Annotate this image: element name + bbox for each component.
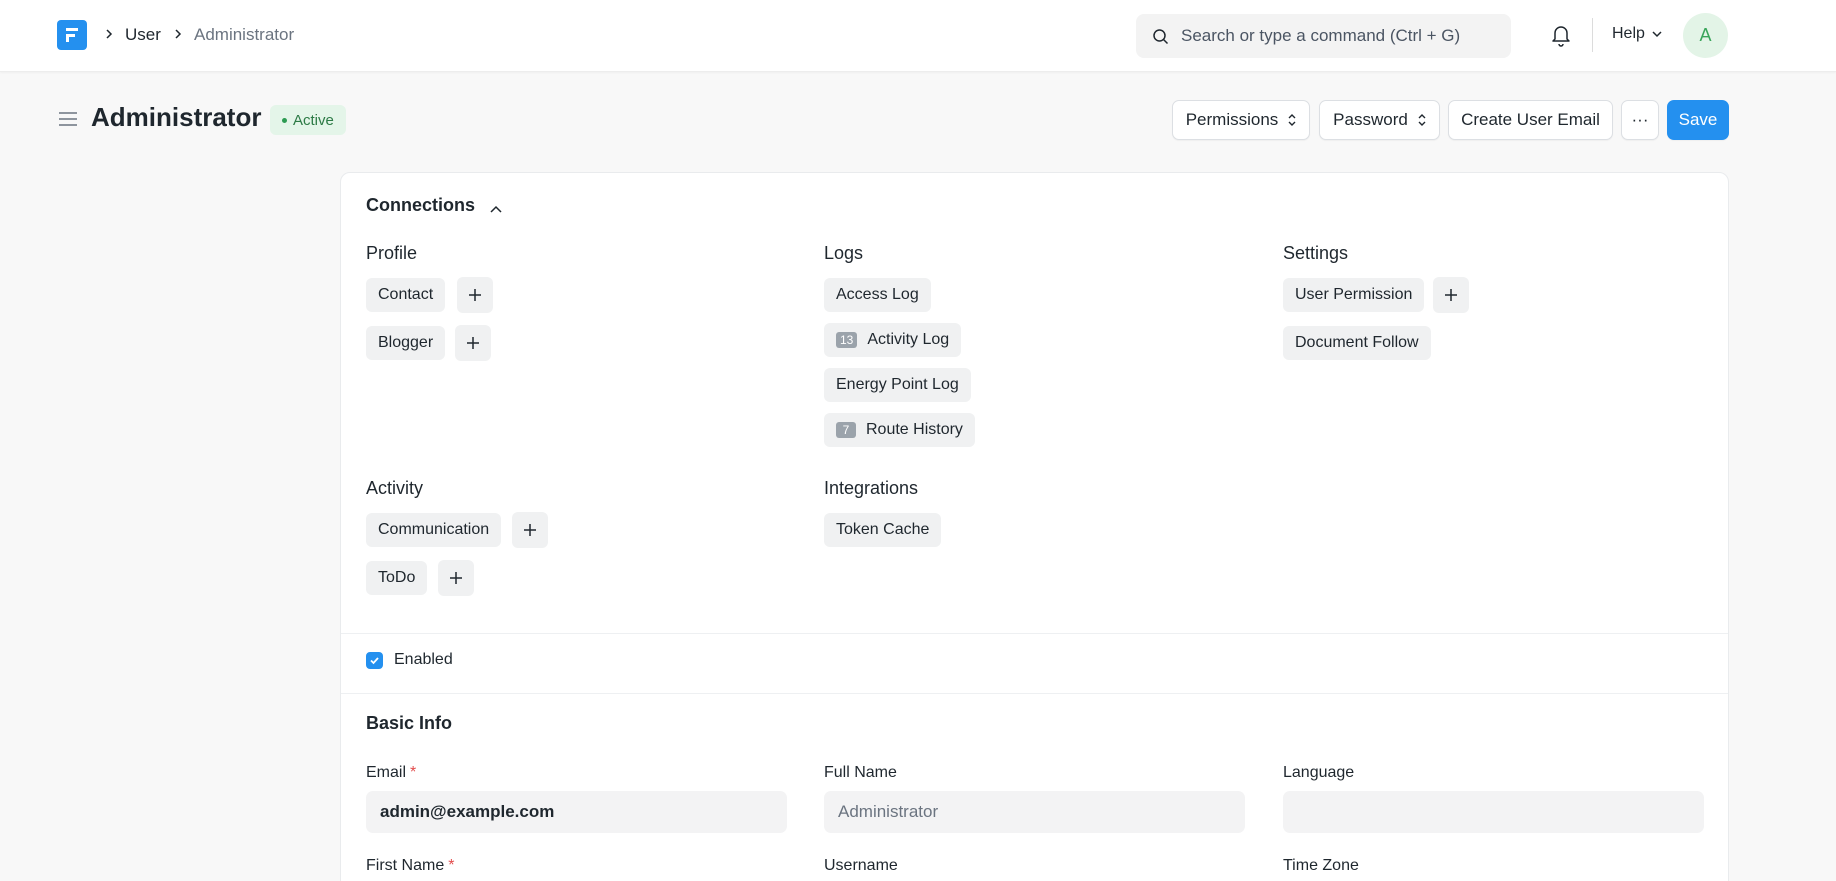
chevron-up-icon[interactable] [488, 201, 504, 217]
count-badge: 7 [836, 422, 856, 438]
plus-icon [467, 337, 479, 349]
add-user-permission-button[interactable] [1433, 277, 1469, 313]
group-title-settings: Settings [1283, 243, 1349, 263]
connection-label: Route History [866, 421, 963, 438]
group-title-logs: Logs [824, 243, 864, 263]
basic-info-title: Basic Info [366, 713, 453, 733]
user-form-card: Connections Profile Contact Blogger Logs… [340, 172, 1729, 881]
add-todo-button[interactable] [438, 560, 474, 596]
chevron-right-icon [175, 29, 182, 39]
plus-icon [524, 524, 536, 536]
help-dropdown[interactable]: Help [1612, 25, 1663, 43]
connection-label: Activity Log [867, 331, 950, 348]
plus-icon [1445, 289, 1457, 301]
add-communication-button[interactable] [512, 512, 548, 548]
first-name-label: First Name * [366, 857, 455, 874]
search-placeholder: Search or type a command (Ctrl + G) [1181, 26, 1461, 45]
app-logo[interactable] [57, 20, 87, 50]
language-field[interactable] [1283, 791, 1704, 833]
group-title-profile: Profile [366, 243, 418, 263]
connection-route-history[interactable]: 7 Route History [824, 413, 975, 447]
permissions-label: Permissions [1185, 110, 1279, 129]
status-label: Active [293, 111, 334, 129]
time-zone-label: Time Zone [1283, 857, 1359, 874]
sidebar-toggle-icon[interactable] [58, 109, 78, 129]
status-dot-icon [282, 117, 287, 123]
navbar-divider [1592, 18, 1593, 52]
breadcrumb-administrator[interactable]: Administrator [194, 25, 294, 45]
connection-access-log[interactable]: Access Log [824, 278, 931, 312]
search-icon [1153, 29, 1169, 45]
permissions-button[interactable]: Permissions [1172, 100, 1310, 140]
connection-token-cache[interactable]: Token Cache [824, 513, 942, 547]
chevron-right-icon [106, 29, 113, 39]
frappe-logo-icon [66, 28, 78, 42]
search-input[interactable]: Search or type a command (Ctrl + G) [1136, 14, 1511, 58]
save-button[interactable]: Save [1667, 100, 1729, 140]
group-title-integrations: Integrations [824, 478, 919, 498]
navbar: User Administrator Search or type a comm… [0, 0, 1836, 72]
bell-icon[interactable] [1550, 23, 1572, 47]
connection-energy-point-log[interactable]: Energy Point Log [824, 368, 971, 402]
connection-activity-log[interactable]: 13 Activity Log [824, 323, 962, 357]
connection-communication[interactable]: Communication [366, 513, 502, 547]
email-field[interactable]: admin@example.com [366, 791, 787, 833]
create-user-email-button[interactable]: Create User Email [1448, 100, 1613, 140]
password-label: Password [1333, 110, 1408, 129]
enabled-checkbox[interactable] [366, 652, 383, 669]
select-arrows-icon [1288, 114, 1296, 126]
connection-document-follow[interactable]: Document Follow [1283, 326, 1431, 360]
connection-blogger[interactable]: Blogger [366, 326, 446, 360]
add-contact-button[interactable] [457, 277, 493, 313]
help-label: Help [1612, 25, 1645, 42]
language-label: Language [1283, 764, 1355, 781]
select-arrows-icon [1418, 114, 1426, 126]
section-divider [341, 633, 1728, 634]
full-name-field[interactable]: Administrator [824, 791, 1245, 833]
breadcrumb-user[interactable]: User [125, 25, 161, 45]
add-blogger-button[interactable] [455, 325, 491, 361]
group-title-activity: Activity [366, 478, 424, 498]
avatar[interactable]: A [1683, 13, 1728, 58]
plus-icon [469, 289, 481, 301]
count-badge: 13 [836, 332, 858, 348]
connection-todo[interactable]: ToDo [366, 561, 428, 595]
more-actions-button[interactable]: ··· [1621, 100, 1659, 140]
chevron-down-icon [1652, 31, 1662, 38]
email-label: Email * [366, 764, 417, 781]
page-title: Administrator [91, 102, 262, 132]
full-name-label: Full Name [824, 764, 897, 781]
plus-icon [450, 572, 462, 584]
password-button[interactable]: Password [1319, 100, 1440, 140]
status-badge: Active [270, 105, 346, 135]
section-divider [341, 693, 1728, 694]
connection-user-permission[interactable]: User Permission [1283, 278, 1425, 312]
check-icon [370, 657, 379, 665]
username-label: Username [824, 857, 898, 874]
connections-title[interactable]: Connections [366, 195, 475, 216]
enabled-label: Enabled [394, 651, 453, 668]
connection-contact[interactable]: Contact [366, 278, 446, 312]
